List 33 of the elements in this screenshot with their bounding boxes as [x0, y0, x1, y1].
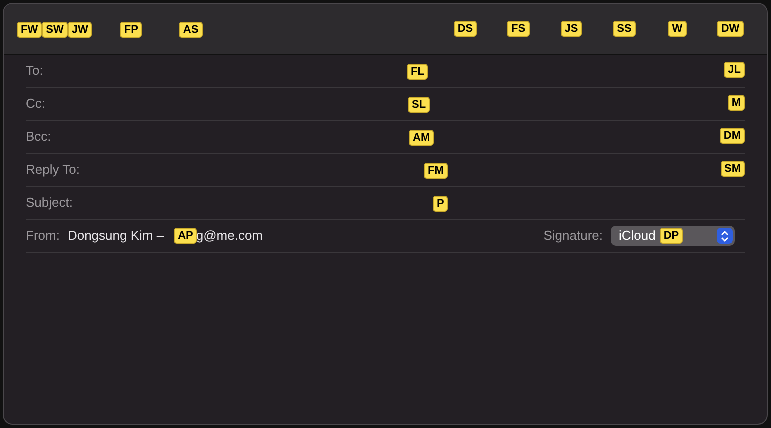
hint-label[interactable]: DM [720, 128, 745, 144]
hint-label[interactable]: JL [724, 62, 745, 78]
hint-label[interactable]: DP [660, 228, 684, 244]
field-label: Signature: [544, 227, 603, 246]
hint-label[interactable]: JS [560, 21, 582, 37]
hint-label[interactable]: SW [42, 22, 68, 38]
hint-label[interactable]: SL [408, 97, 430, 113]
hint-label[interactable]: SM [720, 161, 745, 177]
hint-label[interactable]: W [668, 21, 687, 37]
field-label: Bcc: [26, 128, 52, 146]
hint-label[interactable]: FL [407, 64, 428, 80]
hint-label[interactable]: DS [454, 21, 478, 37]
hint-label[interactable]: SS [613, 21, 636, 37]
signature-dropdown[interactable]: iCloud DP [611, 226, 735, 246]
hint-label[interactable]: AP [174, 228, 198, 244]
from-address[interactable]: Dongsung Kim – [68, 226, 164, 246]
hint-label[interactable]: DW [717, 21, 744, 37]
hint-label[interactable]: FM [424, 163, 448, 179]
hint-label[interactable]: FP [120, 22, 142, 38]
hint-label[interactable]: P [433, 196, 448, 212]
stepper-icon [717, 228, 733, 244]
hint-label[interactable]: FW [17, 22, 42, 38]
field-label: Subject: [26, 194, 73, 212]
hint-label[interactable]: AS [179, 22, 203, 38]
hint-label[interactable]: JW [68, 22, 92, 38]
from-address-end[interactable]: g@me.com [196, 226, 264, 246]
field-label: To: [26, 62, 44, 80]
field-label: Reply To: [26, 161, 80, 180]
hint-label[interactable]: FS [507, 21, 530, 37]
field-label: Cc: [26, 95, 46, 114]
hint-label[interactable]: M [728, 95, 745, 111]
field-label: From: [26, 227, 60, 246]
hint-label[interactable]: AM [409, 130, 434, 146]
